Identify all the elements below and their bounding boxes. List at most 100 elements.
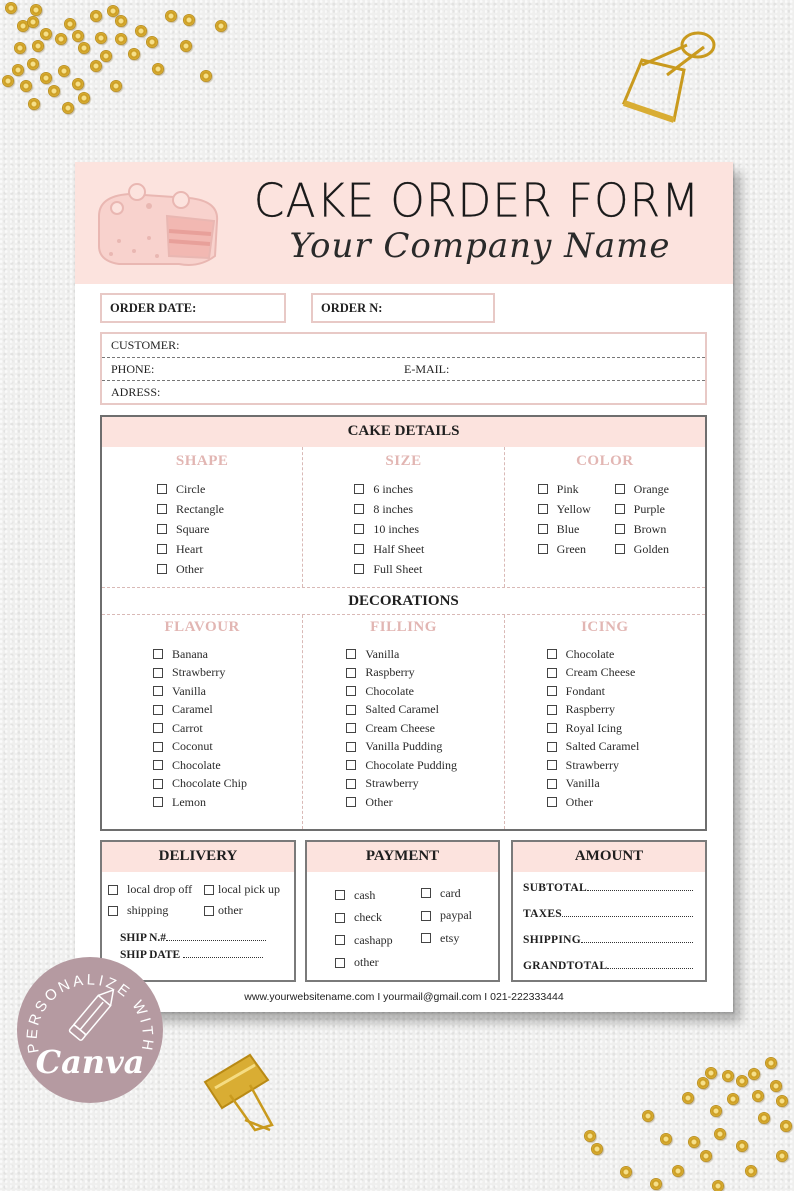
filling-option[interactable]: Raspberry xyxy=(346,664,457,683)
color-option[interactable]: Brown xyxy=(614,519,669,539)
checkbox[interactable] xyxy=(204,884,214,895)
checkbox[interactable] xyxy=(354,484,365,494)
color-option[interactable]: Purple xyxy=(614,499,669,519)
shape-option[interactable]: Rectangle xyxy=(157,499,224,519)
checkbox[interactable] xyxy=(157,484,167,494)
checkbox[interactable] xyxy=(335,890,345,901)
checkbox[interactable] xyxy=(614,504,625,514)
checkbox[interactable] xyxy=(346,686,357,697)
delivery-option[interactable]: other xyxy=(204,903,243,918)
checkbox[interactable] xyxy=(346,649,357,660)
filling-option[interactable]: Vanilla xyxy=(346,645,457,664)
payment-option[interactable]: paypal xyxy=(421,905,472,928)
checkbox[interactable] xyxy=(157,504,167,514)
checkbox[interactable] xyxy=(157,524,167,534)
checkbox[interactable] xyxy=(153,778,163,789)
checkbox[interactable] xyxy=(153,649,163,660)
icing-option[interactable]: Chocolate xyxy=(546,645,640,664)
delivery-option[interactable]: local drop off xyxy=(108,882,192,897)
checkbox[interactable] xyxy=(537,544,548,554)
payment-option[interactable]: cash xyxy=(335,884,393,907)
checkbox[interactable] xyxy=(153,741,163,752)
filling-option[interactable]: Chocolate Pudding xyxy=(346,756,457,775)
color-option[interactable]: Blue xyxy=(537,519,591,539)
checkbox[interactable] xyxy=(108,905,118,916)
ship-number-field[interactable]: SHIP N.# xyxy=(120,932,267,944)
checkbox[interactable] xyxy=(354,504,365,514)
checkbox[interactable] xyxy=(346,778,357,789)
order-number-field[interactable]: ORDER N: xyxy=(311,293,495,323)
delivery-option[interactable]: local pick up xyxy=(204,882,280,897)
phone-email-row[interactable]: PHONE: E-MAIL: xyxy=(102,357,705,380)
amount-line-field[interactable]: SUBTOTAL xyxy=(523,882,693,894)
checkbox[interactable] xyxy=(546,704,557,715)
amount-line-field[interactable]: SHIPPING xyxy=(523,934,693,946)
checkbox[interactable] xyxy=(537,524,548,534)
filling-option[interactable]: Salted Caramel xyxy=(346,701,457,720)
icing-option[interactable]: Fondant xyxy=(546,682,640,701)
checkbox[interactable] xyxy=(614,484,625,494)
size-option[interactable]: 10 inches xyxy=(354,519,424,539)
size-option[interactable]: 6 inches xyxy=(354,479,424,499)
checkbox[interactable] xyxy=(354,524,365,534)
payment-option[interactable]: check xyxy=(335,907,393,930)
checkbox[interactable] xyxy=(153,797,163,808)
checkbox[interactable] xyxy=(546,741,557,752)
size-option[interactable]: Full Sheet xyxy=(354,559,424,579)
checkbox[interactable] xyxy=(335,912,345,923)
payment-option[interactable]: etsy xyxy=(421,927,472,950)
amount-line-field[interactable]: GRANDTOTAL xyxy=(523,960,694,972)
checkbox[interactable] xyxy=(346,667,357,678)
shape-option[interactable]: Heart xyxy=(157,539,224,559)
checkbox[interactable] xyxy=(153,704,163,715)
color-option[interactable]: Pink xyxy=(537,479,591,499)
checkbox[interactable] xyxy=(537,504,548,514)
icing-option[interactable]: Cream Cheese xyxy=(546,664,640,683)
icing-option[interactable]: Strawberry xyxy=(546,756,640,775)
flavour-option[interactable]: Vanilla xyxy=(153,682,247,701)
filling-option[interactable]: Chocolate xyxy=(346,682,457,701)
checkbox[interactable] xyxy=(153,686,163,697)
checkbox[interactable] xyxy=(157,544,167,554)
checkbox[interactable] xyxy=(157,564,167,574)
flavour-option[interactable]: Lemon xyxy=(153,793,247,812)
flavour-option[interactable]: Caramel xyxy=(153,701,247,720)
checkbox[interactable] xyxy=(153,760,163,771)
checkbox[interactable] xyxy=(346,723,357,734)
checkbox[interactable] xyxy=(546,667,557,678)
size-option[interactable]: 8 inches xyxy=(354,499,424,519)
checkbox[interactable] xyxy=(537,484,548,494)
checkbox[interactable] xyxy=(546,723,557,734)
color-option[interactable]: Orange xyxy=(614,479,669,499)
checkbox[interactable] xyxy=(153,667,163,678)
payment-option[interactable]: card xyxy=(421,882,472,905)
color-option[interactable]: Yellow xyxy=(537,499,591,519)
checkbox[interactable] xyxy=(354,564,365,574)
checkbox[interactable] xyxy=(421,888,431,899)
color-option[interactable]: Green xyxy=(537,539,591,559)
order-date-field[interactable]: ORDER DATE: xyxy=(100,293,286,323)
checkbox[interactable] xyxy=(346,797,357,808)
filling-option[interactable]: Vanilla Pudding xyxy=(346,738,457,757)
flavour-option[interactable]: Chocolate xyxy=(153,756,247,775)
shape-option[interactable]: Square xyxy=(157,519,224,539)
icing-option[interactable]: Raspberry xyxy=(546,701,640,720)
flavour-option[interactable]: Coconut xyxy=(153,738,247,757)
customer-field[interactable]: CUSTOMER: xyxy=(102,334,705,357)
checkbox[interactable] xyxy=(546,778,557,789)
checkbox[interactable] xyxy=(421,933,431,944)
icing-option[interactable]: Royal Icing xyxy=(546,719,640,738)
address-field[interactable]: ADRESS: xyxy=(102,380,705,403)
checkbox[interactable] xyxy=(421,910,431,921)
amount-line-field[interactable]: TAXES xyxy=(523,908,693,920)
checkbox[interactable] xyxy=(108,884,118,895)
flavour-option[interactable]: Strawberry xyxy=(153,664,247,683)
checkbox[interactable] xyxy=(546,797,557,808)
color-option[interactable]: Golden xyxy=(614,539,669,559)
flavour-option[interactable]: Carrot xyxy=(153,719,247,738)
filling-option[interactable]: Strawberry xyxy=(346,775,457,794)
size-option[interactable]: Half Sheet xyxy=(354,539,424,559)
checkbox[interactable] xyxy=(346,741,357,752)
shape-option[interactable]: Other xyxy=(157,559,224,579)
checkbox[interactable] xyxy=(346,760,357,771)
